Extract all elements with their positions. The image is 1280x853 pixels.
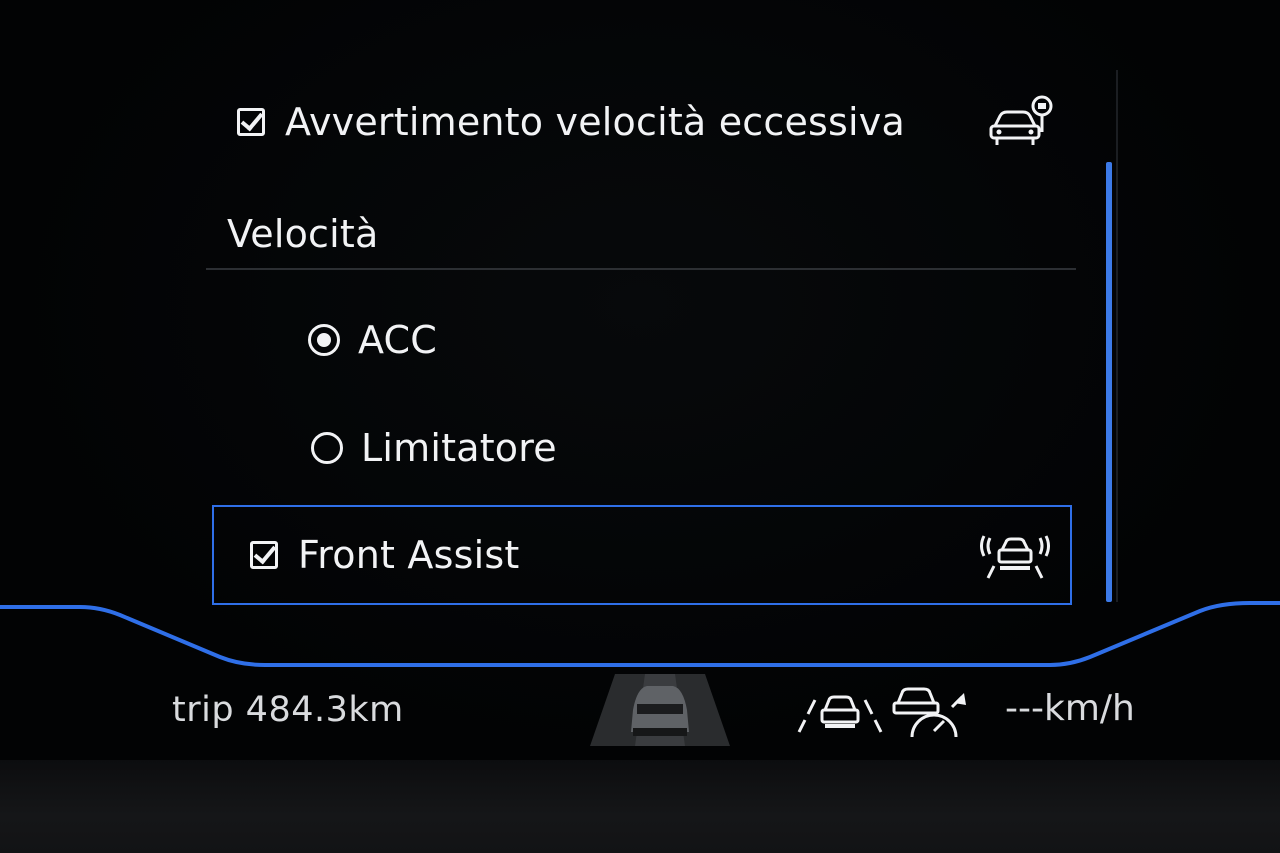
trip-distance: trip 484.3km [172, 690, 404, 730]
front-assist-icon [980, 535, 1050, 579]
overspeed-warning-item[interactable]: Avvertimento velocità eccessiva [237, 100, 905, 144]
front-assist-label: Front Assist [298, 533, 520, 577]
acc-speed-icon [892, 687, 966, 738]
car-on-road-icon [590, 674, 730, 746]
section-divider [206, 268, 1076, 270]
overspeed-warning-label: Avvertimento velocità eccessiva [285, 100, 905, 144]
radio-unselected-icon[interactable] [311, 432, 343, 464]
lane-assist-icon [797, 695, 883, 733]
display-bezel [0, 760, 1280, 853]
radio-option-limitatore[interactable]: Limitatore [311, 426, 557, 470]
front-assist-item[interactable]: Front Assist [212, 505, 1072, 605]
speed-readout: ---km/h [1005, 688, 1135, 729]
section-title-velocita: Velocità [227, 212, 379, 256]
scrollbar-track[interactable] [1116, 70, 1118, 602]
radio-option-acc[interactable]: ACC [308, 318, 437, 362]
radio-selected-icon[interactable] [308, 324, 340, 356]
checkbox-checked-icon[interactable] [250, 541, 278, 569]
speed-warning-car-icon [989, 95, 1053, 145]
scrollbar-thumb[interactable] [1106, 162, 1112, 602]
status-bar-divider-line [0, 601, 1280, 667]
checkbox-checked-icon[interactable] [237, 108, 265, 136]
